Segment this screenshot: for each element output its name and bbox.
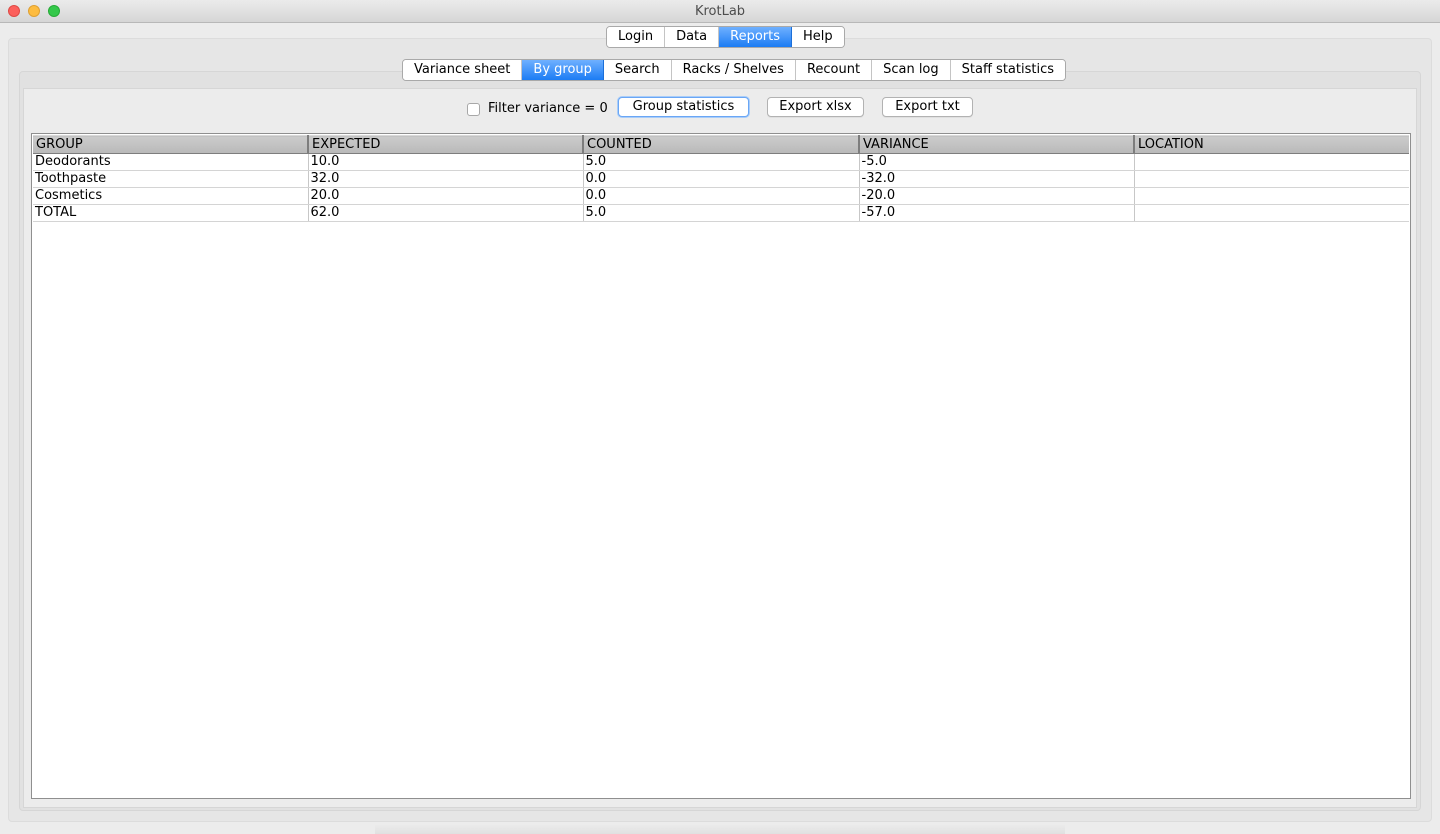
reports-tab-bar: Variance sheet By group Search Racks / S… [402, 59, 1066, 81]
table-row[interactable]: Cosmetics 20.0 0.0 -20.0 [33, 187, 1409, 205]
cell-counted: 5.0 [583, 153, 860, 171]
cell-variance: -20.0 [859, 187, 1135, 205]
cell-location [1134, 187, 1409, 205]
table-row[interactable]: TOTAL 62.0 5.0 -57.0 [33, 204, 1409, 222]
column-header-location[interactable]: LOCATION [1134, 135, 1409, 154]
table-header-row: GROUP EXPECTED COUNTED VARIANCE LOCATION [33, 135, 1409, 154]
column-header-expected[interactable]: EXPECTED [308, 135, 584, 154]
tab-help[interactable]: Help [792, 27, 844, 47]
tab-racks-shelves[interactable]: Racks / Shelves [671, 60, 796, 80]
cell-location [1134, 204, 1409, 222]
cell-expected: 20.0 [308, 187, 584, 205]
cell-variance: -5.0 [859, 153, 1135, 171]
cell-group: TOTAL [33, 204, 309, 222]
filter-variance-label[interactable]: Filter variance = 0 [488, 101, 608, 117]
tab-scan-log[interactable]: Scan log [872, 60, 951, 80]
tab-staff-statistics[interactable]: Staff statistics [950, 60, 1065, 80]
cell-variance: -32.0 [859, 170, 1135, 188]
export-txt-button[interactable]: Export txt [882, 97, 973, 117]
cell-group: Toothpaste [33, 170, 309, 188]
cell-variance: -57.0 [859, 204, 1135, 222]
column-header-variance[interactable]: VARIANCE [859, 135, 1135, 154]
title-bar: KrotLab [0, 0, 1440, 23]
column-header-counted[interactable]: COUNTED [583, 135, 860, 154]
cell-location [1134, 170, 1409, 188]
group-table: GROUP EXPECTED COUNTED VARIANCE LOCATION… [31, 133, 1411, 799]
cell-counted: 0.0 [583, 187, 860, 205]
tab-reports[interactable]: Reports [719, 27, 792, 47]
cell-location [1134, 153, 1409, 171]
window-title: KrotLab [694, 4, 746, 19]
cell-expected: 32.0 [308, 170, 584, 188]
table-row[interactable]: Toothpaste 32.0 0.0 -32.0 [33, 170, 1409, 188]
cell-group: Deodorants [33, 153, 309, 171]
tab-login[interactable]: Login [607, 27, 666, 47]
tab-variance-sheet[interactable]: Variance sheet [403, 60, 523, 80]
tab-recount[interactable]: Recount [795, 60, 873, 80]
table-row[interactable]: Deodorants 10.0 5.0 -5.0 [33, 153, 1409, 171]
main-tab-bar: Login Data Reports Help [606, 26, 845, 48]
tab-by-group[interactable]: By group [522, 60, 604, 80]
cell-expected: 10.0 [308, 153, 584, 171]
filter-variance-checkbox[interactable] [467, 102, 480, 116]
tab-data[interactable]: Data [665, 27, 720, 47]
cell-group: Cosmetics [33, 187, 309, 205]
window-bottom-shadow [375, 824, 1065, 834]
export-xlsx-button[interactable]: Export xlsx [767, 97, 864, 117]
cell-counted: 5.0 [583, 204, 860, 222]
group-statistics-button[interactable]: Group statistics [618, 97, 749, 117]
column-header-group[interactable]: GROUP [33, 135, 309, 154]
filter-variance-row: Filter variance = 0 [467, 101, 608, 117]
cell-counted: 0.0 [583, 170, 860, 188]
cell-expected: 62.0 [308, 204, 584, 222]
tab-search[interactable]: Search [603, 60, 672, 80]
